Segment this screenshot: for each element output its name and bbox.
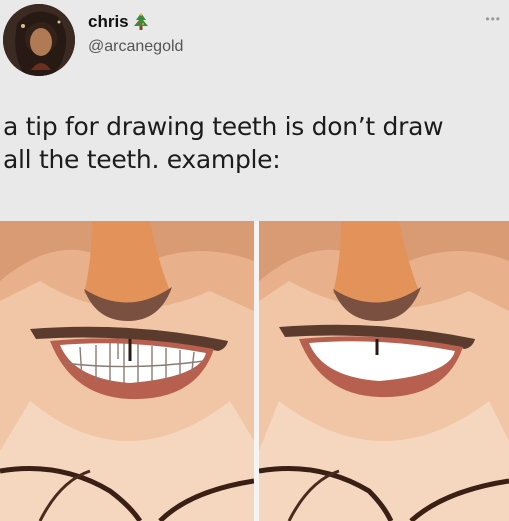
media-grid xyxy=(0,221,509,521)
more-options-icon[interactable]: ••• xyxy=(485,12,501,26)
avatar-image xyxy=(3,4,75,76)
tweet-text-line-2: all the teeth. example: xyxy=(3,145,281,174)
user-handle[interactable]: @arcanegold xyxy=(88,38,183,56)
avatar[interactable] xyxy=(3,4,75,76)
tweet-card: chris @arcanegold ••• a tip for drawing … xyxy=(0,0,509,521)
tweet-text: a tip for drawing teeth is don’t draw al… xyxy=(3,110,503,176)
user-name[interactable]: chris xyxy=(88,12,129,32)
christmas-tree-icon xyxy=(133,13,149,31)
tweet-text-line-1: a tip for drawing teeth is don’t draw xyxy=(3,112,444,141)
teeth-all-drawn-illustration xyxy=(0,221,254,521)
teeth-simplified-illustration xyxy=(259,221,509,521)
user-name-row: chris xyxy=(88,12,149,32)
media-image-left[interactable] xyxy=(0,221,254,521)
media-image-right[interactable] xyxy=(259,221,509,521)
